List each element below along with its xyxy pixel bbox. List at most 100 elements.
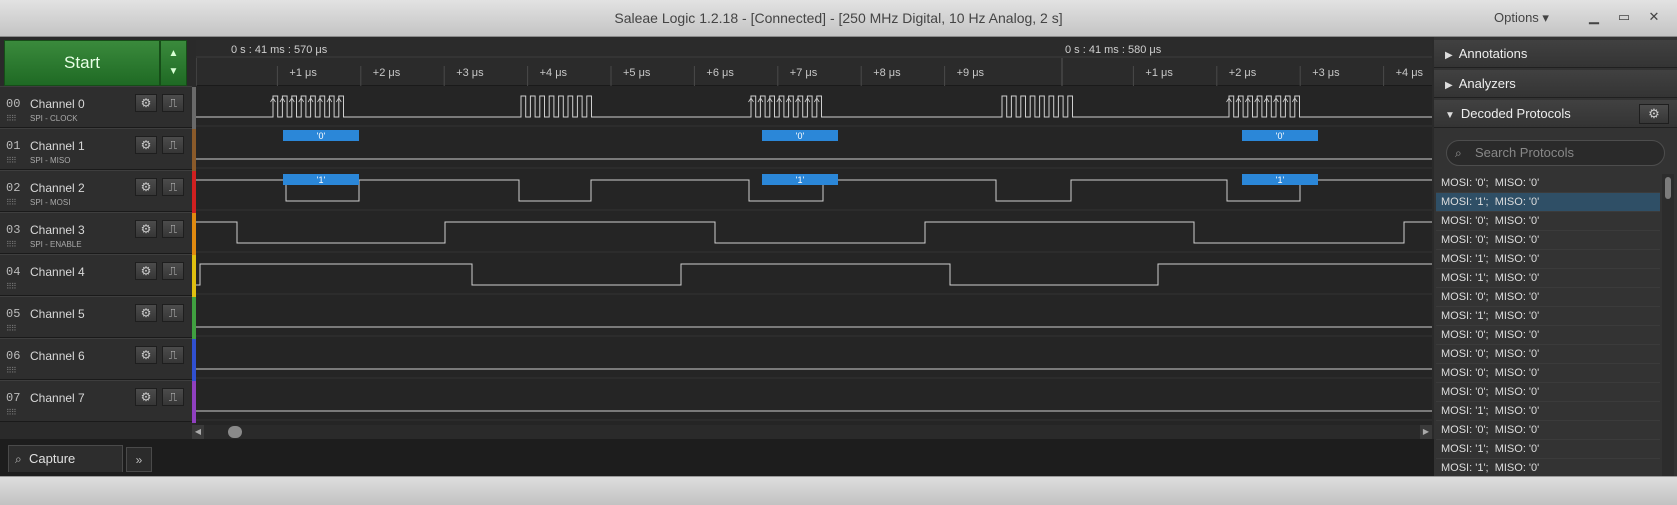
drag-handle-icon[interactable]: ⠿⠿ [6, 282, 17, 291]
expand-triangle-icon: ▶ [1445, 80, 1453, 91]
edge-trigger-icon[interactable]: ⎍ [162, 178, 184, 196]
search-protocols-input[interactable]: ⌕ Search Protocols [1446, 140, 1665, 166]
channel-name[interactable]: Channel 4 [30, 265, 85, 279]
decoded-value: '1' [796, 175, 805, 185]
decoded-row[interactable]: MOSI: '1'; MISO: '0' [1436, 440, 1660, 459]
edge-trigger-icon[interactable]: ⎍ [162, 220, 184, 238]
channel-row[interactable]: 07 ⠿⠿ Channel 7 ⚙ ⎍ [0, 380, 196, 423]
expand-triangle-icon: ▶ [1445, 50, 1453, 61]
more-tabs-button[interactable]: » [126, 447, 152, 472]
channel4-waveform [196, 263, 1432, 286]
decoded-row[interactable]: MOSI: '0'; MISO: '0' [1436, 212, 1660, 231]
arrow-down-icon[interactable]: ▼ [161, 63, 186, 81]
minimize-button[interactable]: ▁ [1582, 6, 1606, 28]
decoded-settings-gear-icon[interactable]: ⚙ [1639, 104, 1669, 124]
channel-row[interactable]: 04 ⠿⠿ Channel 4 ⚙ ⎍ [0, 254, 196, 297]
decoded-row[interactable]: MOSI: '0'; MISO: '0' [1436, 231, 1660, 250]
decoded-row[interactable]: MOSI: '0'; MISO: '0' [1436, 288, 1660, 307]
decoded-row[interactable]: MOSI: '1'; MISO: '0' [1436, 402, 1660, 421]
channel-row[interactable]: 06 ⠿⠿ Channel 6 ⚙ ⎍ [0, 338, 196, 381]
edge-trigger-icon[interactable]: ⎍ [162, 262, 184, 280]
edge-trigger-icon[interactable]: ⎍ [162, 136, 184, 154]
channel-name[interactable]: Channel 1 [30, 139, 85, 153]
tab-capture[interactable]: ⌕ Capture [8, 445, 123, 472]
channel-settings-gear-icon[interactable]: ⚙ [135, 304, 157, 322]
channel-name[interactable]: Channel 0 [30, 97, 85, 111]
edge-trigger-icon[interactable]: ⎍ [162, 388, 184, 406]
decoded-row[interactable]: MOSI: '1'; MISO: '0' [1436, 307, 1660, 326]
time-tick-label: +1 μs [289, 67, 317, 79]
start-options-arrows[interactable]: ▲ ▼ [160, 40, 187, 86]
decoded-row[interactable]: MOSI: '0'; MISO: '0' [1436, 345, 1660, 364]
time-tick-label: +5 μs [623, 67, 651, 79]
channel-settings-gear-icon[interactable]: ⚙ [135, 178, 157, 196]
decoded-row[interactable]: MOSI: '1'; MISO: '0' [1436, 193, 1660, 212]
channel-settings-gear-icon[interactable]: ⚙ [135, 346, 157, 364]
window-title: Saleae Logic 1.2.18 - [Connected] - [250… [614, 10, 1063, 26]
channel-row[interactable]: 02 ⠿⠿ Channel 2 SPI - MOSI ⚙ ⎍ [0, 170, 196, 213]
annotations-section[interactable]: ▶ Annotations [1434, 40, 1677, 68]
decoded-row[interactable]: MOSI: '1'; MISO: '0' [1436, 250, 1660, 269]
channel-name[interactable]: Channel 3 [30, 223, 85, 237]
scroll-left-icon[interactable]: ◀ [192, 425, 204, 439]
scroll-thumb[interactable] [228, 426, 242, 438]
time-tick-label: +8 μs [873, 67, 901, 79]
drag-handle-icon[interactable]: ⠿⠿ [6, 156, 17, 165]
time-reference-right: 0 s : 41 ms : 580 μs [1065, 44, 1162, 56]
channel-settings-gear-icon[interactable]: ⚙ [135, 220, 157, 238]
channel-row[interactable]: 05 ⠿⠿ Channel 5 ⚙ ⎍ [0, 296, 196, 339]
drag-handle-icon[interactable]: ⠿⠿ [6, 324, 17, 333]
time-ruler[interactable]: 0 s : 41 ms : 570 μs 0 s : 41 ms : 580 μ… [195, 40, 1432, 86]
channel-number: 05 [6, 307, 21, 321]
channel-settings-gear-icon[interactable]: ⚙ [135, 388, 157, 406]
channel-row[interactable]: 01 ⠿⠿ Channel 1 SPI - MISO ⚙ ⎍ [0, 128, 196, 171]
decoded-row[interactable]: MOSI: '1'; MISO: '0' [1436, 459, 1660, 476]
channel-name[interactable]: Channel 5 [30, 307, 85, 321]
options-menu[interactable]: Options ▾ [1494, 10, 1549, 26]
time-tick-label: +4 μs [1396, 67, 1424, 79]
channel-name[interactable]: Channel 7 [30, 391, 85, 405]
decoded-row[interactable]: MOSI: '0'; MISO: '0' [1436, 174, 1660, 193]
status-bar [0, 476, 1677, 505]
arrow-up-icon[interactable]: ▲ [161, 45, 186, 63]
decoded-protocols-section[interactable]: ▼ Decoded Protocols ⚙ [1434, 100, 1677, 128]
channel-row[interactable]: 00 ⠿⠿ Channel 0 SPI - CLOCK ⚙ ⎍ [0, 86, 196, 129]
channel-row[interactable]: 03 ⠿⠿ Channel 3 SPI - ENABLE ⚙ ⎍ [0, 212, 196, 255]
scroll-right-icon[interactable]: ▶ [1420, 425, 1432, 439]
waveform-area[interactable]: '0' '1' '0' '1' '0' '1' [196, 86, 1432, 425]
time-ruler-svg: 0 s : 41 ms : 570 μs 0 s : 41 ms : 580 μ… [195, 44, 1432, 86]
channel-number: 03 [6, 223, 21, 237]
channel-number: 00 [6, 97, 21, 111]
edge-trigger-icon[interactable]: ⎍ [162, 94, 184, 112]
bottom-tab-bar: ⌕ Capture » [0, 439, 1434, 476]
drag-handle-icon[interactable]: ⠿⠿ [6, 198, 17, 207]
channel-settings-gear-icon[interactable]: ⚙ [135, 136, 157, 154]
edge-trigger-icon[interactable]: ⎍ [162, 304, 184, 322]
decoded-value: '0' [796, 131, 805, 141]
channel-settings-gear-icon[interactable]: ⚙ [135, 262, 157, 280]
drag-handle-icon[interactable]: ⠿⠿ [6, 366, 17, 375]
channel-name[interactable]: Channel 6 [30, 349, 85, 363]
list-scrollbar[interactable] [1662, 174, 1674, 476]
channel-name[interactable]: Channel 2 [30, 181, 85, 195]
search-icon: ⌕ [1455, 146, 1462, 160]
decoded-row[interactable]: MOSI: '0'; MISO: '0' [1436, 326, 1660, 345]
analyzers-section[interactable]: ▶ Analyzers [1434, 70, 1677, 98]
drag-handle-icon[interactable]: ⠿⠿ [6, 240, 17, 249]
decoded-row[interactable]: MOSI: '0'; MISO: '0' [1436, 383, 1660, 402]
close-button[interactable]: ✕ [1642, 6, 1666, 28]
decoded-row[interactable]: MOSI: '0'; MISO: '0' [1436, 364, 1660, 383]
horizontal-scrollbar[interactable]: ◀ ▶ [192, 425, 1432, 439]
decoded-row[interactable]: MOSI: '0'; MISO: '0' [1436, 421, 1660, 440]
list-scroll-thumb[interactable] [1665, 177, 1671, 199]
maximize-button[interactable]: ▭ [1612, 6, 1636, 28]
start-button[interactable]: Start [4, 40, 160, 86]
drag-handle-icon[interactable]: ⠿⠿ [6, 408, 17, 417]
channel-settings-gear-icon[interactable]: ⚙ [135, 94, 157, 112]
decoded-row[interactable]: MOSI: '1'; MISO: '0' [1436, 269, 1660, 288]
clock-waveform [196, 95, 1432, 118]
drag-handle-icon[interactable]: ⠿⠿ [6, 114, 17, 123]
side-panel: ▶ Annotations ▶ Analyzers ▼ Decoded Protoco… [1434, 37, 1677, 476]
edge-trigger-icon[interactable]: ⎍ [162, 346, 184, 364]
search-placeholder: Search Protocols [1475, 145, 1574, 160]
